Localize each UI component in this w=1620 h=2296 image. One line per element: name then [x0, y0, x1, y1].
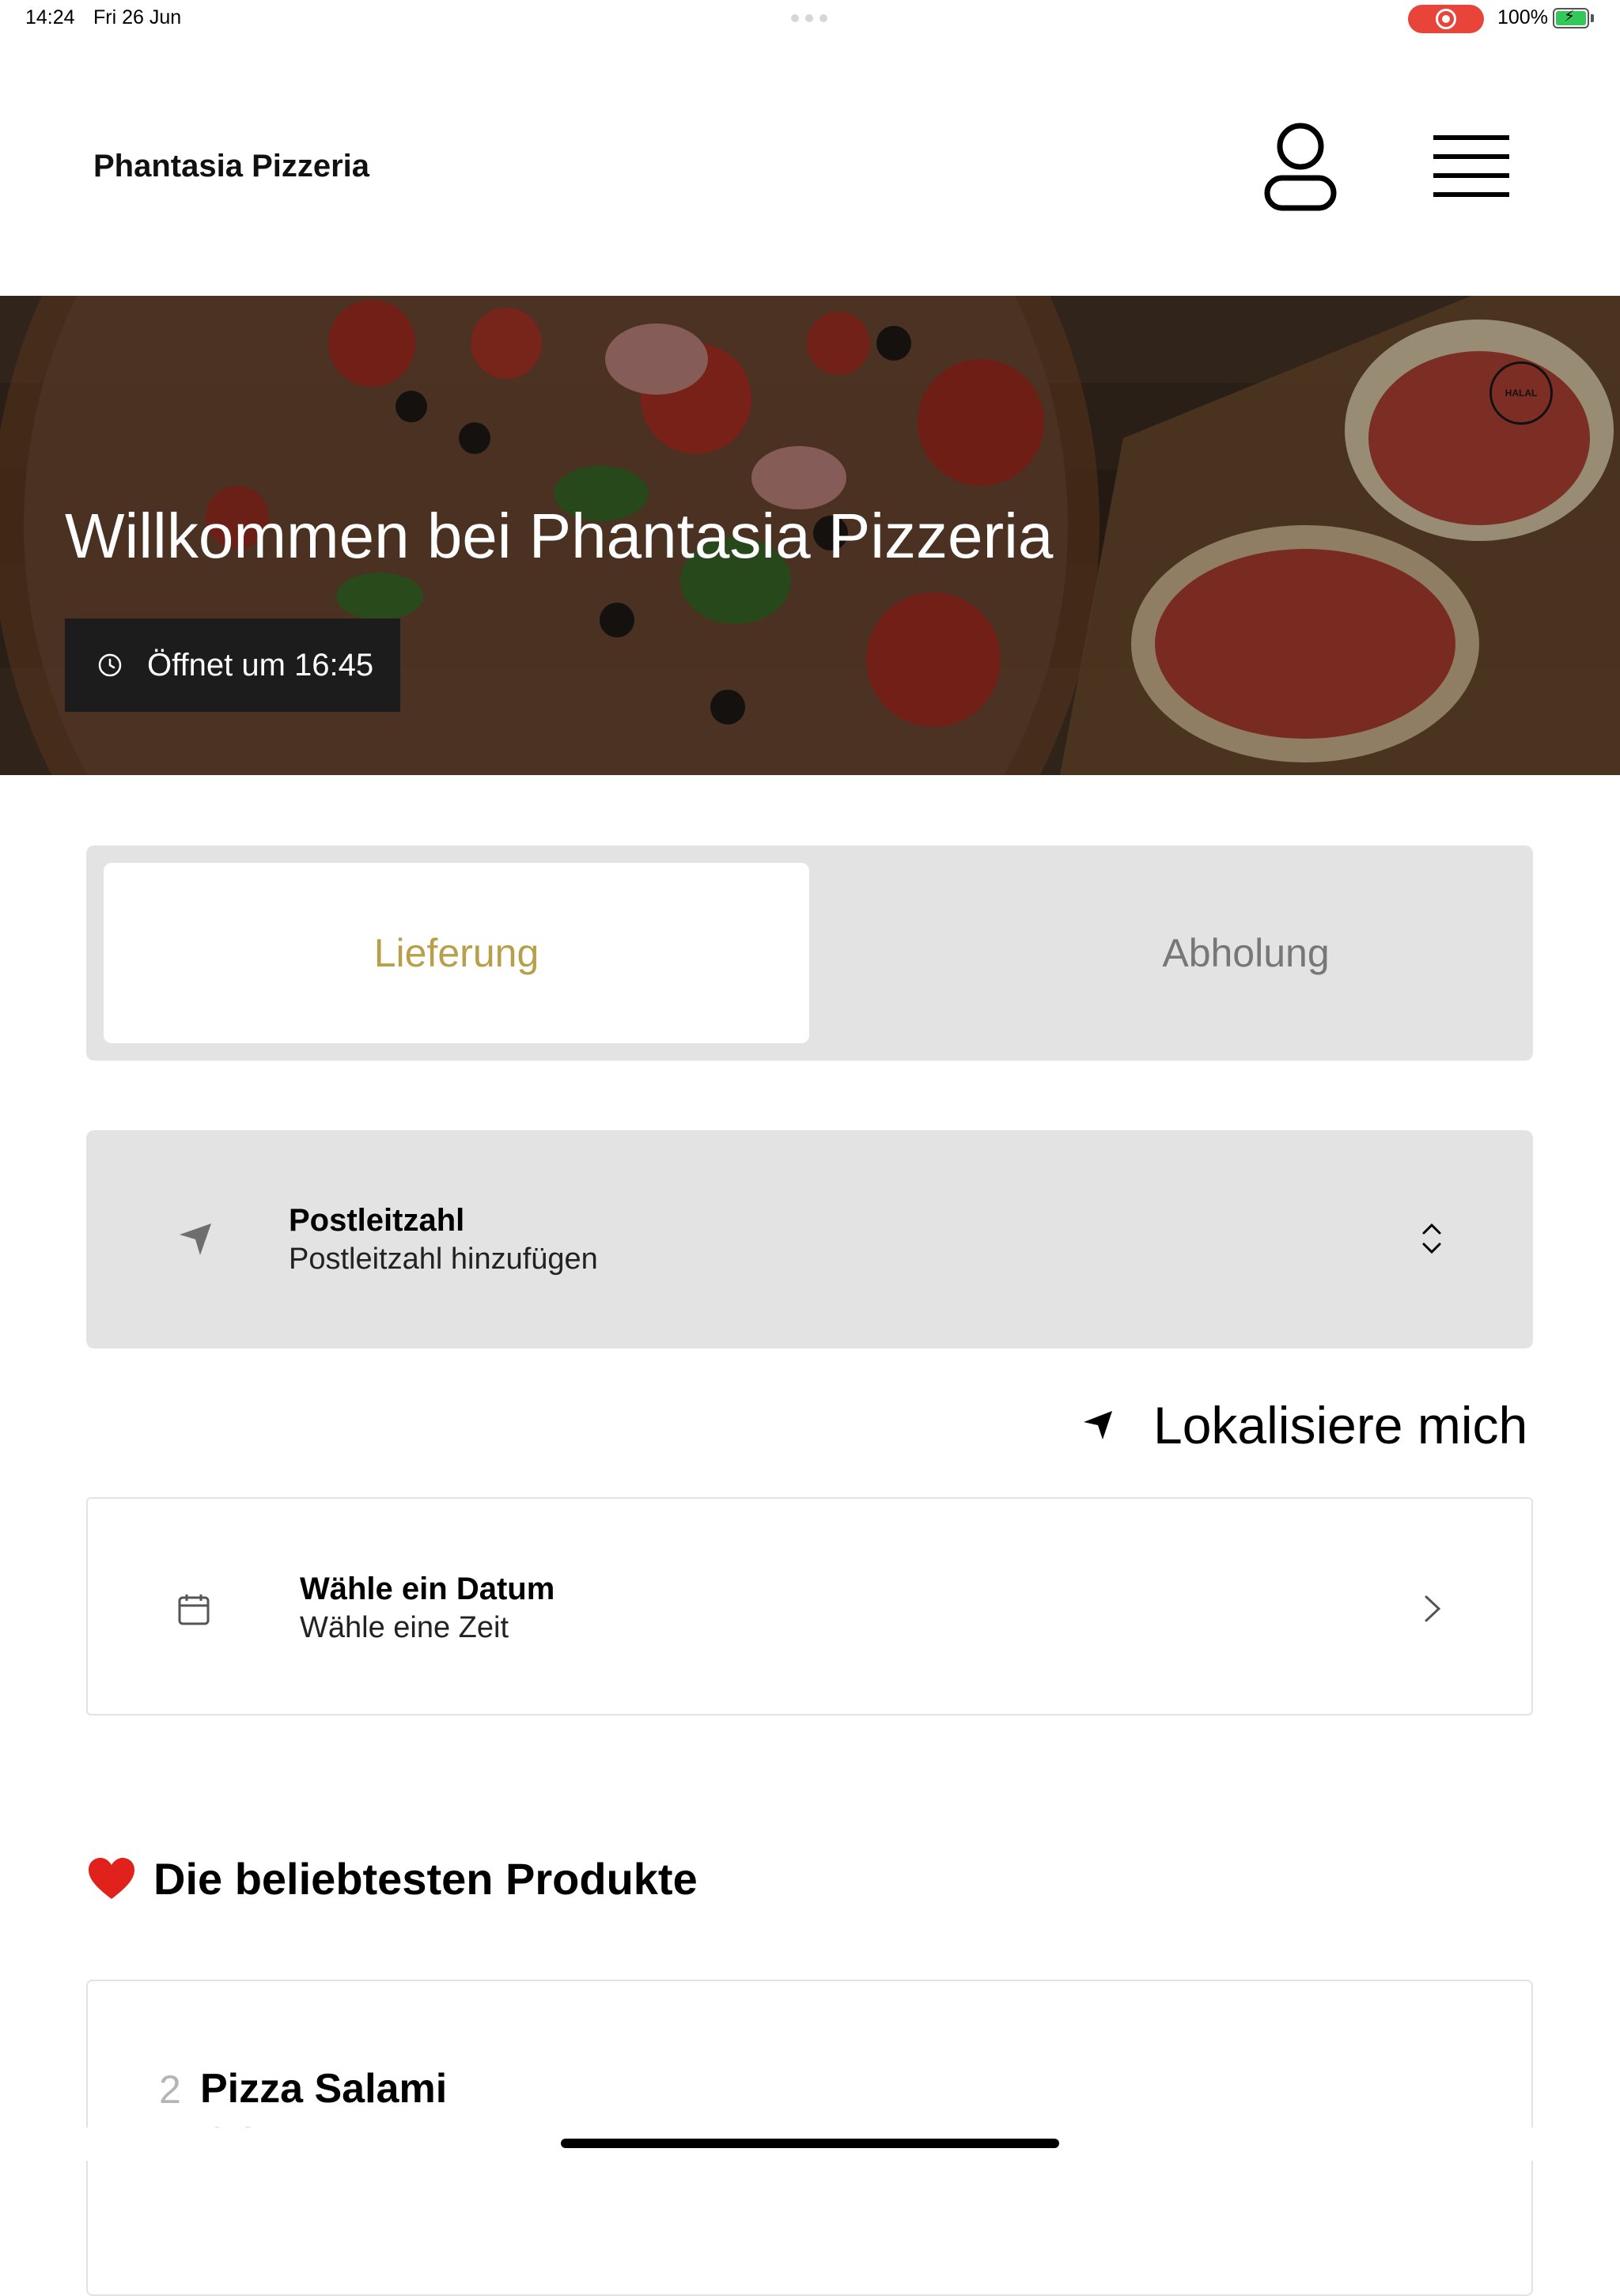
hamburger-menu-icon[interactable] — [1432, 130, 1511, 202]
status-date: Fri 26 Jun — [93, 6, 182, 28]
status-bar: 14:24 Fri 26 Jun 100% ⚡ — [0, 0, 1620, 38]
home-indicator[interactable] — [561, 2139, 1059, 2148]
popular-products-title: Die beliebtesten Produkte — [153, 1854, 698, 1904]
multitasking-dots-icon[interactable] — [791, 14, 827, 22]
opening-hours-badge: Öffnet um 16:45 — [65, 618, 400, 712]
tab-pickup[interactable]: Abholung — [893, 863, 1599, 1043]
battery-tip — [1591, 14, 1594, 22]
battery-icon: ⚡ — [1553, 8, 1589, 28]
calendar-icon — [178, 1594, 210, 1625]
locate-me-label: Lokalisiere mich — [1153, 1396, 1528, 1454]
halal-badge: HALAL — [1489, 361, 1553, 425]
date-time-picker[interactable]: Wähle ein Datum Wähle eine Zeit — [86, 1497, 1533, 1715]
order-mode-selector: Lieferung Abholung — [86, 845, 1533, 1061]
status-time: 14:24 — [25, 6, 75, 28]
brand-name[interactable]: Phantasia Pizzeria — [93, 149, 369, 184]
popular-products-heading: Die beliebtesten Produkte — [87, 1853, 698, 1905]
time-label: Wähle eine Zeit — [300, 1611, 509, 1644]
hero-banner: HALAL Willkommen bei Phantasia Pizzeria … — [0, 296, 1620, 775]
hero-title: Willkommen bei Phantasia Pizzeria — [65, 501, 1054, 571]
location-arrow-icon — [180, 1224, 211, 1255]
battery-percentage: 100% — [1497, 6, 1548, 28]
product-quantity: 2 — [159, 2067, 181, 2112]
person-icon[interactable] — [1264, 123, 1337, 211]
chevron-up-down-icon[interactable] — [1412, 1219, 1452, 1258]
heart-icon — [89, 1857, 134, 1899]
date-label: Wähle ein Datum — [300, 1572, 555, 1606]
product-name: Pizza Salami — [200, 2066, 448, 2112]
postal-code-label: Postleitzahl — [289, 1203, 465, 1238]
postal-code-value[interactable]: Postleitzahl hinzufügen — [289, 1243, 598, 1277]
chevron-right-icon — [1425, 1595, 1441, 1622]
opening-hours-text: Öffnet um 16:45 — [147, 647, 374, 683]
location-arrow-icon — [1084, 1411, 1112, 1439]
screen-recording-icon[interactable] — [1408, 5, 1484, 33]
locate-me-button[interactable]: Lokalisiere mich — [1081, 1392, 1539, 1458]
tab-delivery[interactable]: Lieferung — [104, 863, 809, 1043]
clock-icon — [98, 653, 122, 677]
postal-code-field[interactable]: Postleitzahl Postleitzahl hinzufügen — [86, 1130, 1533, 1348]
